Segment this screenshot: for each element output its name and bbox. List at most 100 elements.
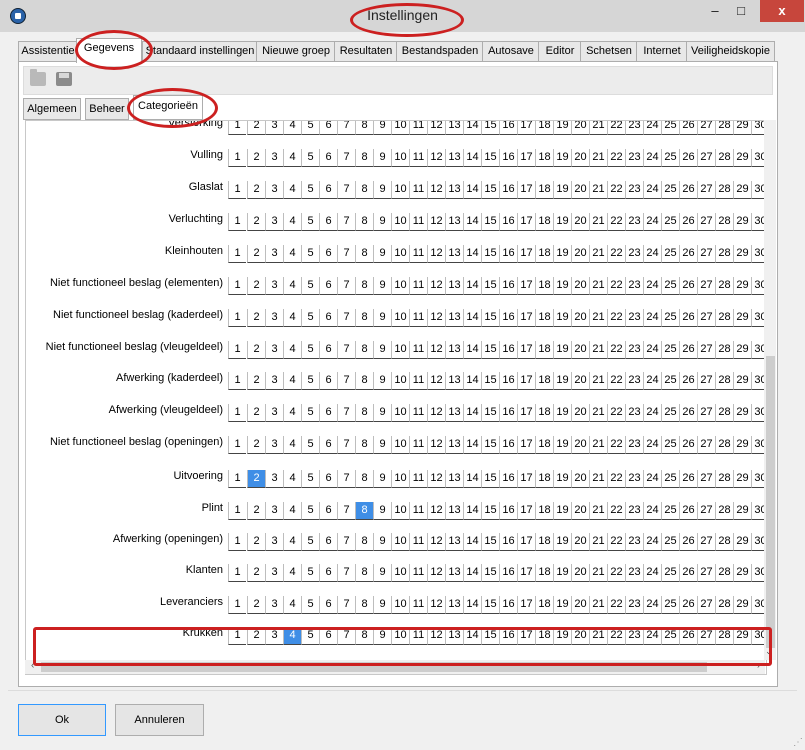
category-number-cell[interactable]: 25 — [661, 213, 679, 231]
category-number-cell[interactable]: 10 — [391, 245, 409, 263]
category-number-cell[interactable]: 27 — [697, 404, 715, 422]
category-number-cell[interactable]: 24 — [643, 404, 661, 422]
category-number-cell[interactable]: 13 — [445, 564, 463, 582]
category-number-cell[interactable]: 1 — [228, 277, 246, 295]
category-number-cell[interactable]: 25 — [661, 436, 679, 454]
category-number-cell[interactable]: 14 — [463, 436, 481, 454]
category-number-cell[interactable]: 26 — [679, 245, 697, 263]
category-number-cell[interactable]: 3 — [265, 181, 283, 199]
category-number-cell[interactable]: 26 — [679, 372, 697, 390]
category-number-cell[interactable]: 4 — [283, 245, 301, 263]
category-number-cell[interactable]: 23 — [625, 372, 643, 390]
category-number-cell[interactable]: 19 — [553, 121, 571, 135]
category-number-cell[interactable]: 14 — [463, 309, 481, 327]
category-number-cell[interactable]: 2 — [247, 121, 265, 135]
category-number-cell[interactable]: 27 — [697, 470, 715, 488]
category-number-cell[interactable]: 13 — [445, 533, 463, 551]
category-number-cell[interactable]: 2 — [247, 502, 265, 520]
category-number-cell[interactable]: 28 — [715, 121, 733, 135]
category-number-cell[interactable]: 22 — [607, 502, 625, 520]
category-number-cell[interactable]: 1 — [228, 341, 246, 359]
category-number-cell[interactable]: 28 — [715, 564, 733, 582]
category-number-cell[interactable]: 7 — [337, 596, 355, 614]
folder-icon[interactable] — [30, 69, 46, 86]
category-number-cell[interactable]: 27 — [697, 372, 715, 390]
category-number-cell[interactable]: 18 — [535, 404, 553, 422]
category-number-cell[interactable]: 11 — [409, 121, 427, 135]
category-number-cell[interactable]: 16 — [499, 470, 517, 488]
category-number-cell[interactable]: 7 — [337, 277, 355, 295]
category-number-cell[interactable]: 7 — [337, 502, 355, 520]
category-number-cell[interactable]: 21 — [589, 245, 607, 263]
category-number-cell[interactable]: 3 — [265, 404, 283, 422]
category-number-cell[interactable]: 5 — [301, 404, 319, 422]
category-number-cell[interactable]: 8 — [355, 470, 373, 488]
category-number-cell[interactable]: 18 — [535, 470, 553, 488]
tab-standaard-instellingen[interactable]: Standaard instellingen — [142, 41, 258, 62]
category-number-cell[interactable]: 16 — [499, 564, 517, 582]
category-number-cell[interactable]: 25 — [661, 245, 679, 263]
category-number-cell[interactable]: 8 — [355, 404, 373, 422]
category-number-cell[interactable]: 2 — [247, 341, 265, 359]
category-number-cell[interactable]: 8 — [355, 213, 373, 231]
category-number-cell[interactable]: 14 — [463, 533, 481, 551]
category-number-cell[interactable]: 16 — [499, 436, 517, 454]
category-number-cell[interactable]: 20 — [571, 596, 589, 614]
category-number-cell[interactable]: 4 — [283, 149, 301, 167]
category-number-cell[interactable]: 10 — [391, 372, 409, 390]
category-number-cell[interactable]: 6 — [319, 121, 337, 135]
category-number-cell[interactable]: 27 — [697, 309, 715, 327]
category-number-cell[interactable]: 10 — [391, 149, 409, 167]
category-number-cell[interactable]: 18 — [535, 121, 553, 135]
category-number-cell[interactable]: 22 — [607, 213, 625, 231]
category-number-cell[interactable]: 22 — [607, 372, 625, 390]
category-number-cell[interactable]: 14 — [463, 121, 481, 135]
category-number-cell[interactable]: 8 — [355, 245, 373, 263]
category-number-cell[interactable]: 13 — [445, 502, 463, 520]
category-number-cell[interactable]: 15 — [481, 533, 499, 551]
category-number-cell[interactable]: 9 — [373, 533, 391, 551]
category-number-cell[interactable]: 7 — [337, 213, 355, 231]
category-number-cell[interactable]: 28 — [715, 404, 733, 422]
category-number-cell[interactable]: 22 — [607, 533, 625, 551]
category-number-cell[interactable]: 12 — [427, 213, 445, 231]
category-number-cell[interactable]: 1 — [228, 404, 246, 422]
category-number-cell[interactable]: 16 — [499, 149, 517, 167]
category-number-cell[interactable]: 22 — [607, 470, 625, 488]
category-number-cell[interactable]: 10 — [391, 277, 409, 295]
category-number-cell[interactable]: 8 — [355, 502, 373, 520]
category-number-cell[interactable]: 28 — [715, 502, 733, 520]
category-number-cell[interactable]: 21 — [589, 436, 607, 454]
category-number-cell[interactable]: 21 — [589, 309, 607, 327]
category-number-cell[interactable]: 18 — [535, 341, 553, 359]
category-number-cell[interactable]: 27 — [697, 181, 715, 199]
category-number-cell[interactable]: 17 — [517, 341, 535, 359]
category-number-cell[interactable]: 23 — [625, 502, 643, 520]
category-number-cell[interactable]: 2 — [247, 404, 265, 422]
category-number-cell[interactable]: 29 — [733, 372, 751, 390]
category-number-cell[interactable]: 17 — [517, 404, 535, 422]
category-number-cell[interactable]: 4 — [283, 436, 301, 454]
category-number-cell[interactable]: 6 — [319, 502, 337, 520]
category-number-cell[interactable]: 23 — [625, 149, 643, 167]
category-number-cell[interactable]: 13 — [445, 470, 463, 488]
category-number-cell[interactable]: 17 — [517, 181, 535, 199]
category-number-cell[interactable]: 14 — [463, 502, 481, 520]
category-number-cell[interactable]: 26 — [679, 341, 697, 359]
category-number-cell[interactable]: 25 — [661, 470, 679, 488]
category-number-cell[interactable]: 1 — [228, 533, 246, 551]
close-button[interactable]: x — [760, 0, 804, 22]
category-number-cell[interactable]: 21 — [589, 404, 607, 422]
category-number-cell[interactable]: 16 — [499, 245, 517, 263]
category-number-cell[interactable]: 1 — [228, 372, 246, 390]
category-number-cell[interactable]: 28 — [715, 149, 733, 167]
category-number-cell[interactable]: 17 — [517, 596, 535, 614]
category-number-cell[interactable]: 3 — [265, 564, 283, 582]
category-number-cell[interactable]: 3 — [265, 149, 283, 167]
tab-assistentie[interactable]: Assistentie — [18, 41, 78, 62]
category-number-cell[interactable]: 15 — [481, 470, 499, 488]
category-number-cell[interactable]: 5 — [301, 533, 319, 551]
category-number-cell[interactable]: 3 — [265, 502, 283, 520]
category-number-cell[interactable]: 21 — [589, 596, 607, 614]
category-number-cell[interactable]: 25 — [661, 341, 679, 359]
